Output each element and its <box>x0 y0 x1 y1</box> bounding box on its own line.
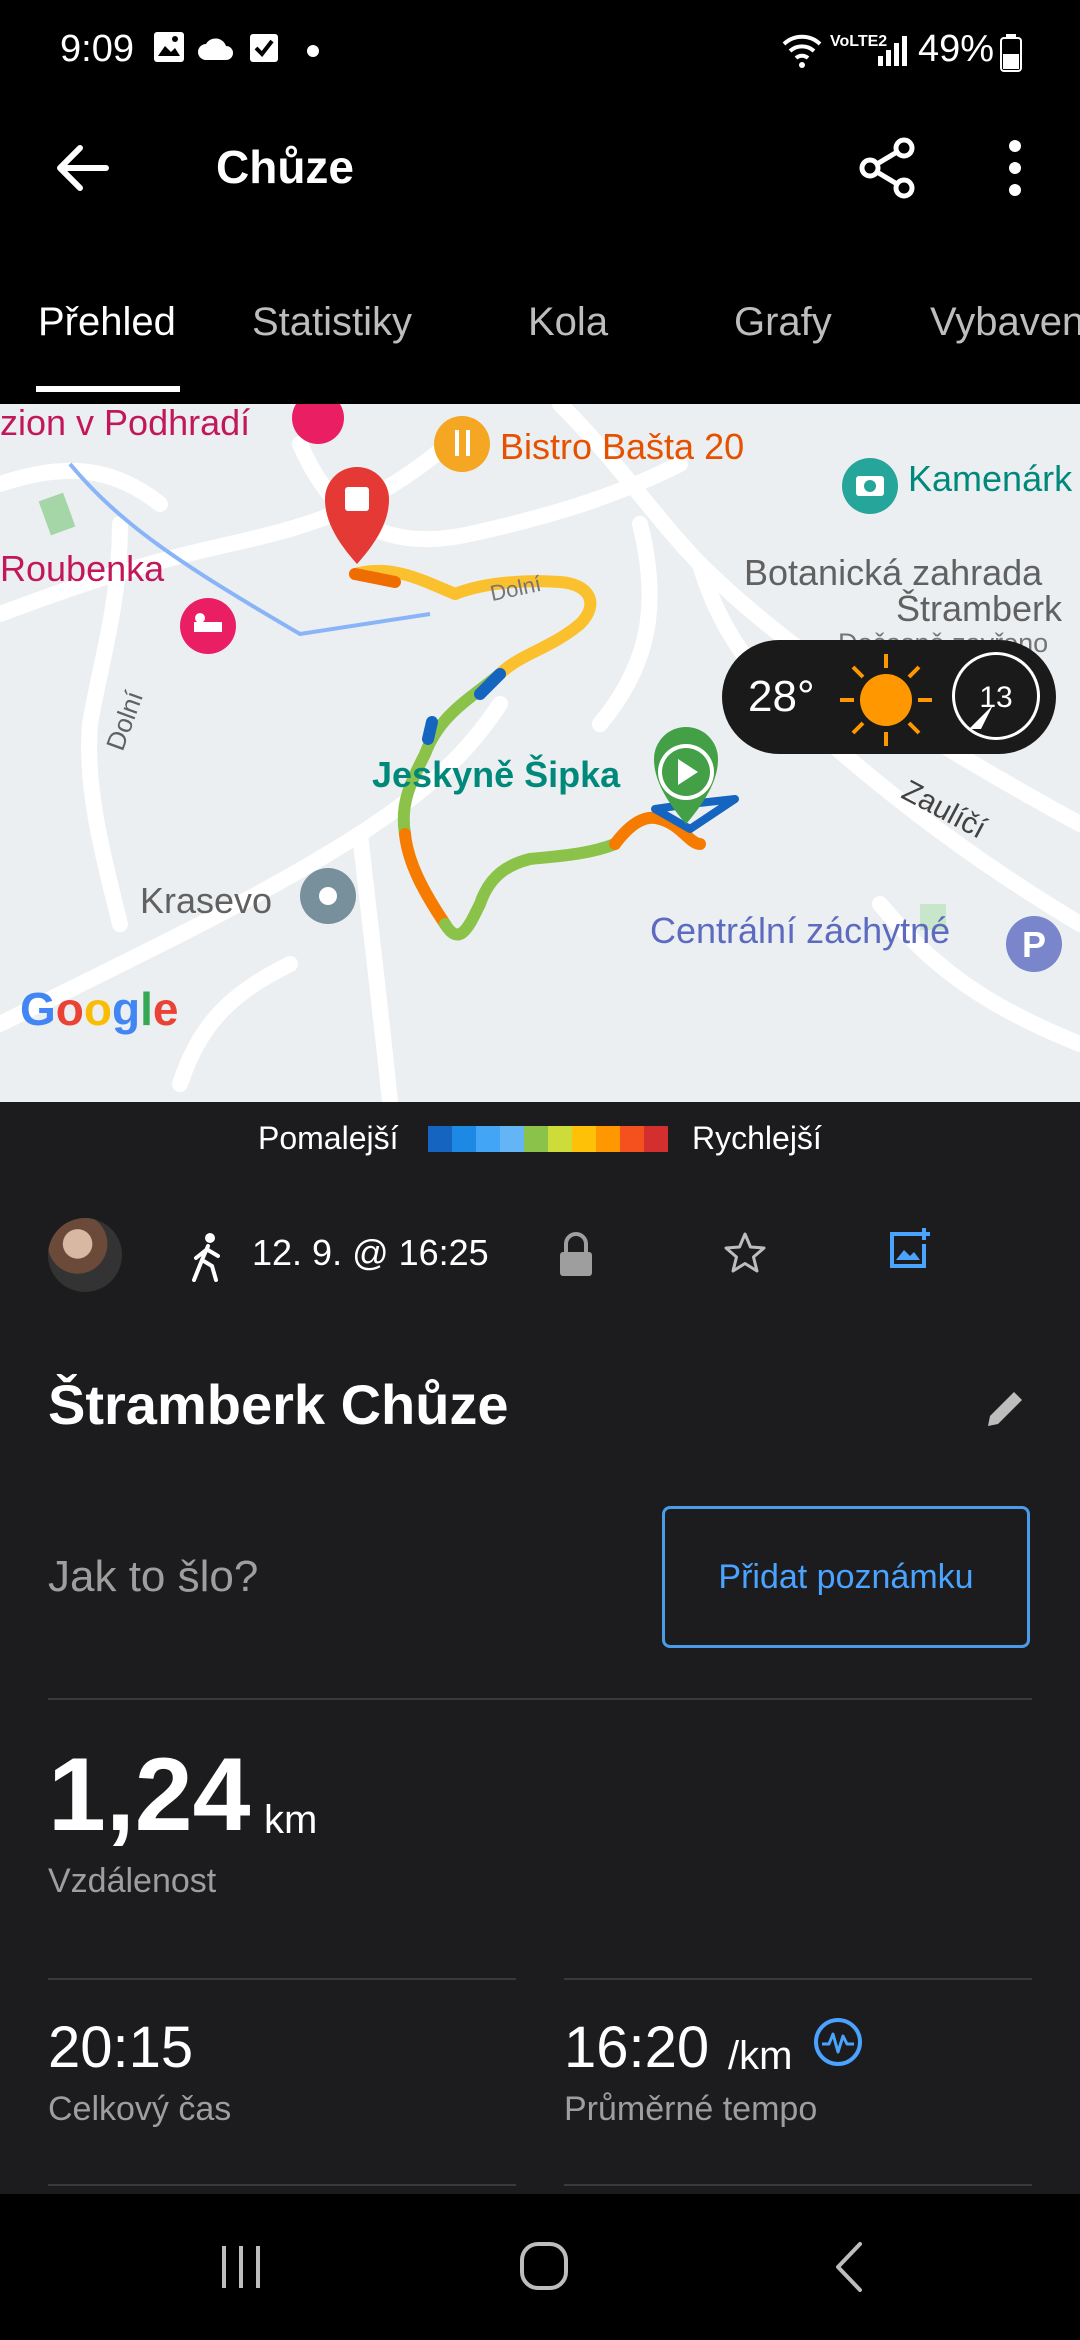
distance-value: 1,24 <box>48 1737 251 1853</box>
recent-apps-icon[interactable] <box>216 2242 266 2292</box>
battery-percentage: 49% <box>918 28 995 70</box>
battery-icon <box>1000 34 1022 72</box>
tab-bar: Přehled Statistiky Kola Grafy Vybaven <box>0 270 1080 396</box>
tab-grafy[interactable]: Grafy <box>734 300 832 345</box>
map-label-krasevo: Krasevo <box>140 880 273 921</box>
wifi-icon <box>782 34 822 68</box>
task-notification-icon <box>250 34 278 62</box>
legend-faster-label: Rychlejší <box>692 1120 822 1156</box>
activity-name: Štramberk Chůze <box>48 1373 509 1436</box>
avg-pace-value: 16:20 <box>564 2015 710 2080</box>
map-label-centralni: Centrální záchytné <box>650 910 951 951</box>
distance-label: Vzdálenost <box>48 1862 217 1900</box>
gallery-notification-icon <box>154 32 184 62</box>
weather-temperature: 28° <box>748 672 815 721</box>
divider <box>48 2184 516 2186</box>
activity-details: 12. 9. @ 16:25 Štramberk Chůze Jak to šl… <box>0 1176 1080 2194</box>
map-label-penzion: zion v Podhradí <box>0 404 251 443</box>
active-tab-indicator <box>36 386 180 392</box>
map-label-roubenka: Roubenka <box>0 548 165 589</box>
hotel-poi-icon <box>180 598 236 654</box>
legend-slower-label: Pomalejší <box>258 1120 399 1156</box>
svg-text:P: P <box>1022 924 1046 965</box>
weather-widget: 28° 13 <box>722 640 1056 754</box>
map-label-jeskyne: Jeskyně Šipka <box>372 754 621 795</box>
speed-legend: Pomalejší Rychlejší <box>0 1102 1080 1176</box>
tab-vybaveni[interactable]: Vybaven <box>930 300 1080 345</box>
google-logo: Google <box>20 983 179 1035</box>
edit-pencil-icon[interactable] <box>984 1386 1028 1430</box>
status-bar: 9:09 VoLTE2 49% <box>0 0 1080 110</box>
walking-icon <box>192 1233 220 1282</box>
tab-prehled[interactable]: Přehled <box>38 300 176 345</box>
bistro-poi-icon <box>434 416 490 472</box>
map-label-kamenarka: Kamenárk <box>908 458 1073 499</box>
more-options-icon[interactable] <box>1000 136 1030 200</box>
wind-direction-icon <box>969 705 993 729</box>
avg-pace-label: Průměrné tempo <box>564 2090 818 2128</box>
wind-gauge: 13 <box>952 652 1040 740</box>
status-time: 9:09 <box>60 28 134 70</box>
note-prompt: Jak to šlo? <box>48 1552 259 1601</box>
home-icon[interactable] <box>518 2240 570 2292</box>
divider <box>48 1978 516 1980</box>
location-poi-icon <box>300 868 356 924</box>
end-marker-icon <box>325 467 389 564</box>
tab-statistiky[interactable]: Statistiky <box>252 300 412 345</box>
speed-color-scale <box>428 1126 668 1152</box>
map-label-bistro: Bistro Bašta 20 <box>500 426 745 467</box>
route-map[interactable]: P zion v Podhradí Bistro Bašta 20 Kamená… <box>0 404 1080 1102</box>
parking-poi-icon: P <box>1006 916 1062 972</box>
avg-pace-unit: /km <box>728 2034 793 2078</box>
lock-icon[interactable] <box>556 1230 596 1278</box>
divider <box>564 2184 1032 2186</box>
signal-icon <box>878 36 907 66</box>
system-back-icon[interactable] <box>830 2240 870 2294</box>
activity-date: 12. 9. @ 16:25 <box>252 1232 489 1273</box>
sun-icon <box>840 654 932 746</box>
camera-poi-icon <box>842 458 898 514</box>
distance-unit: km <box>264 1798 318 1842</box>
wind-speed: 13 <box>979 681 1013 714</box>
dot-notification-icon <box>307 45 319 57</box>
system-nav-bar <box>0 2194 1080 2340</box>
add-note-button[interactable]: Přidat poznámku <box>662 1506 1030 1648</box>
pace-chart-icon[interactable] <box>812 2016 864 2068</box>
page-title: Chůze <box>216 141 354 193</box>
tab-kola[interactable]: Kola <box>528 300 608 345</box>
add-photo-icon[interactable] <box>888 1226 932 1270</box>
avatar[interactable] <box>48 1218 122 1292</box>
total-time-value: 20:15 <box>48 2015 194 2080</box>
back-arrow-icon[interactable] <box>52 138 112 198</box>
share-icon[interactable] <box>856 136 920 200</box>
divider <box>48 1698 1032 1700</box>
map-label-stramberk: Štramberk <box>896 588 1063 629</box>
cloud-notification-icon <box>198 38 233 60</box>
star-icon[interactable] <box>722 1230 768 1276</box>
total-time-label: Celkový čas <box>48 2090 232 2128</box>
divider <box>564 1978 1032 1980</box>
